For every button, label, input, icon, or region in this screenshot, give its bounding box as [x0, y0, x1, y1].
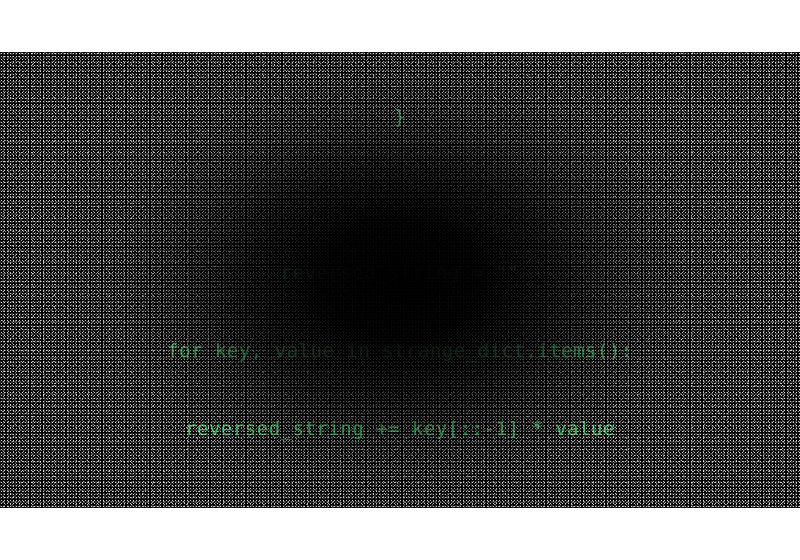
screenshot-stage: } reversed_string = "" for key, value in…	[0, 0, 800, 560]
code-line: reversed_string = ""	[280, 262, 520, 284]
code-line: for key, value in strange_dict.items():	[167, 340, 633, 362]
code-line: reversed_string += key[::-1] * value	[185, 418, 615, 440]
letterbox-band-bottom	[0, 508, 800, 560]
letterbox-band-top	[0, 0, 800, 52]
code-line: }	[394, 106, 406, 128]
code-wallpaper-canvas: } reversed_string = "" for key, value in…	[0, 52, 800, 508]
code-text-layer: } reversed_string = "" for key, value in…	[0, 52, 800, 508]
